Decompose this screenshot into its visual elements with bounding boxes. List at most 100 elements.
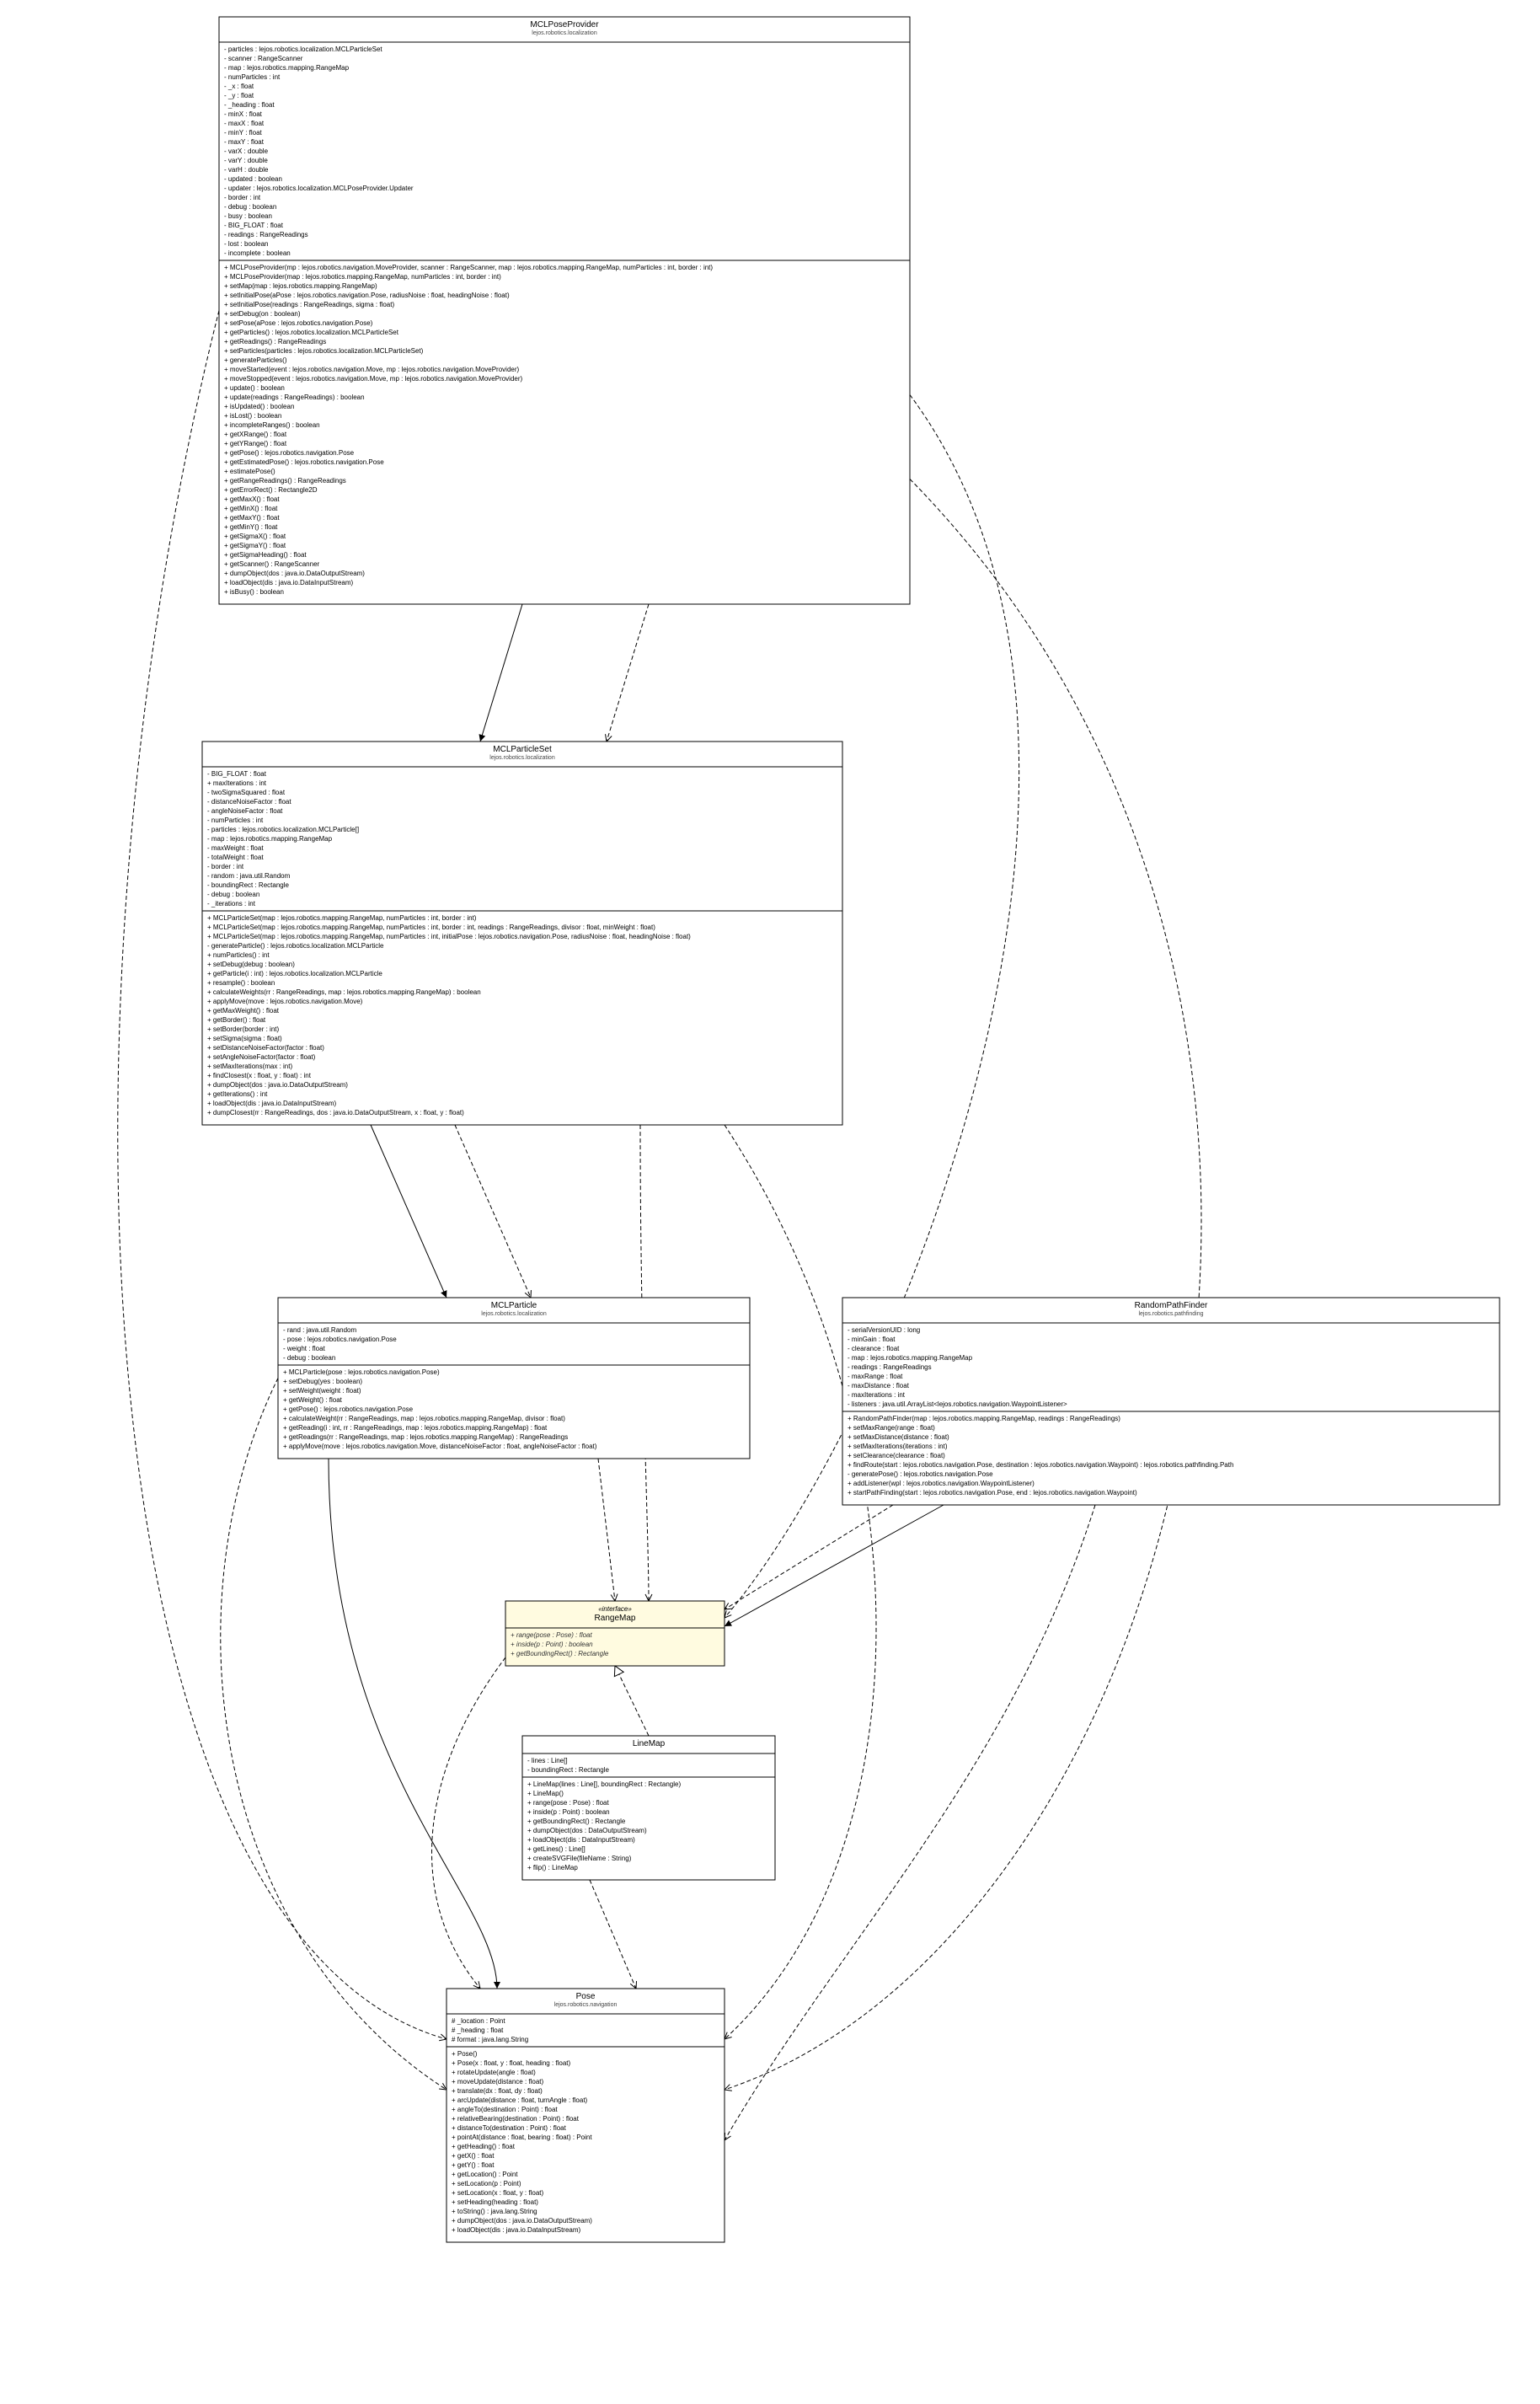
svg-text:+ getErrorRect() : Rectangle2D: + getErrorRect() : Rectangle2D bbox=[224, 486, 318, 494]
svg-text:+ getMaxWeight() : float: + getMaxWeight() : float bbox=[207, 1007, 280, 1015]
svg-text:+ LineMap(): + LineMap() bbox=[527, 1790, 564, 1797]
svg-text:+ getMaxY() : float: + getMaxY() : float bbox=[224, 514, 280, 522]
svg-text:+ getEstimatedPose() : lejos.r: + getEstimatedPose() : lejos.robotics.na… bbox=[224, 458, 384, 466]
class-lmap: LineMap- lines : Line[]- boundingRect : … bbox=[522, 1736, 775, 1880]
svg-text:+ range(pose : Pose) : float: + range(pose : Pose) : float bbox=[527, 1799, 610, 1807]
svg-text:- map : lejos.robotics.mapping: - map : lejos.robotics.mapping.RangeMap bbox=[207, 835, 333, 843]
svg-text:MCLParticleSet: MCLParticleSet bbox=[493, 745, 552, 754]
svg-text:+ getWeight() : float: + getWeight() : float bbox=[283, 1396, 343, 1404]
class-mclset: MCLParticleSetlejos.robotics.localizatio… bbox=[202, 742, 842, 1125]
svg-text:+ relativeBearing(destination: + relativeBearing(destination : Point) :… bbox=[452, 2115, 580, 2123]
svg-text:- maxY : float: - maxY : float bbox=[224, 138, 265, 146]
svg-text:lejos.robotics.localization: lejos.robotics.localization bbox=[532, 30, 597, 36]
svg-text:+ setSigma(sigma : float): + setSigma(sigma : float) bbox=[207, 1035, 282, 1042]
svg-text:+ getScanner() : RangeScanner: + getScanner() : RangeScanner bbox=[224, 560, 320, 568]
svg-text:+ getSigmaX() : float: + getSigmaX() : float bbox=[224, 533, 286, 540]
svg-text:lejos.robotics.localization: lejos.robotics.localization bbox=[489, 755, 555, 761]
svg-text:+ moveStarted(event : lejos.ro: + moveStarted(event : lejos.robotics.nav… bbox=[224, 366, 520, 373]
svg-text:+ setMap(map : lejos.robotics.: + setMap(map : lejos.robotics.mapping.Ra… bbox=[224, 282, 377, 290]
svg-text:+ setDebug(on : boolean): + setDebug(on : boolean) bbox=[224, 310, 301, 318]
svg-text:+ setMaxIterations(iterations: + setMaxIterations(iterations : int) bbox=[848, 1443, 948, 1450]
svg-text:- debug : boolean: - debug : boolean bbox=[224, 203, 276, 211]
svg-text:+ MCLParticle(pose : lejos.rob: + MCLParticle(pose : lejos.robotics.navi… bbox=[283, 1368, 440, 1376]
svg-text:- maxWeight : float: - maxWeight : float bbox=[207, 844, 264, 852]
svg-text:Pose: Pose bbox=[576, 1992, 596, 2001]
svg-text:- readings : RangeReadings: - readings : RangeReadings bbox=[848, 1363, 932, 1371]
svg-text:# format : java.lang.String: # format : java.lang.String bbox=[452, 2036, 528, 2043]
svg-text:- border : int: - border : int bbox=[207, 863, 244, 870]
svg-text:+ MCLParticleSet(map : lejos.r: + MCLParticleSet(map : lejos.robotics.ma… bbox=[207, 914, 477, 922]
svg-text:RandomPathFinder: RandomPathFinder bbox=[1135, 1301, 1208, 1310]
svg-text:+ getPose() : lejos.robotics.n: + getPose() : lejos.robotics.navigation.… bbox=[283, 1405, 414, 1413]
svg-text:+ LineMap(lines : Line[], boun: + LineMap(lines : Line[], boundingRect :… bbox=[527, 1780, 681, 1788]
svg-text:+ generateParticles(): + generateParticles() bbox=[224, 356, 287, 364]
svg-text:- angleNoiseFactor : float: - angleNoiseFactor : float bbox=[207, 807, 283, 815]
svg-text:+ rotateUpdate(angle : float): + rotateUpdate(angle : float) bbox=[452, 2069, 536, 2076]
svg-text:+ toString() : java.lang.Strin: + toString() : java.lang.String bbox=[452, 2208, 537, 2215]
svg-text:+ isLost() : boolean: + isLost() : boolean bbox=[224, 412, 281, 420]
svg-text:+ update() : boolean: + update() : boolean bbox=[224, 384, 285, 392]
svg-text:- twoSigmaSquared : float: - twoSigmaSquared : float bbox=[207, 789, 286, 796]
svg-text:- updated : boolean: - updated : boolean bbox=[224, 175, 282, 183]
svg-text:+ Pose(x : float, y : float, h: + Pose(x : float, y : float, heading : f… bbox=[452, 2059, 571, 2067]
svg-text:lejos.robotics.pathfinding: lejos.robotics.pathfinding bbox=[1138, 1311, 1203, 1317]
svg-text:- maxX : float: - maxX : float bbox=[224, 120, 265, 127]
svg-text:+ estimatePose(): + estimatePose() bbox=[224, 468, 275, 475]
svg-text:+ calculateWeight(rr : RangeRe: + calculateWeight(rr : RangeReadings, ma… bbox=[283, 1415, 565, 1422]
svg-text:+ getYRange() : float: + getYRange() : float bbox=[224, 440, 287, 447]
svg-text:+ getReadings() : RangeReading: + getReadings() : RangeReadings bbox=[224, 338, 326, 345]
svg-text:«interface»: «interface» bbox=[598, 1605, 632, 1613]
svg-text:+ setParticles(particles : lej: + setParticles(particles : lejos.robotic… bbox=[224, 347, 424, 355]
svg-text:- weight : float: - weight : float bbox=[283, 1345, 326, 1352]
svg-text:+ isBusy() : boolean: + isBusy() : boolean bbox=[224, 588, 284, 596]
svg-text:+ getParticle(i : int) : lejos: + getParticle(i : int) : lejos.robotics.… bbox=[207, 970, 382, 977]
svg-text:- totalWeight : float: - totalWeight : float bbox=[207, 854, 264, 861]
svg-text:- _iterations : int: - _iterations : int bbox=[207, 900, 256, 908]
svg-text:+ getMinY() : float: + getMinY() : float bbox=[224, 523, 278, 531]
svg-text:- updater : lejos.robotics.loc: - updater : lejos.robotics.localization.… bbox=[224, 185, 414, 192]
svg-text:- varY : double: - varY : double bbox=[224, 157, 268, 164]
svg-text:+ applyMove(move : lejos.robot: + applyMove(move : lejos.robotics.naviga… bbox=[283, 1443, 597, 1450]
svg-text:+ setLocation(x : float, y : f: + setLocation(x : float, y : float) bbox=[452, 2189, 544, 2197]
svg-text:- busy : boolean: - busy : boolean bbox=[224, 212, 272, 220]
svg-text:+ inside(p : Point) : boolean: + inside(p : Point) : boolean bbox=[511, 1641, 593, 1648]
svg-text:- BIG_FLOAT : float: - BIG_FLOAT : float bbox=[207, 770, 267, 778]
svg-text:- generatePose() : lejos.robot: - generatePose() : lejos.robotics.naviga… bbox=[848, 1470, 993, 1478]
svg-text:+ getLocation() : Point: + getLocation() : Point bbox=[452, 2171, 518, 2178]
svg-text:+ setDebug(debug : boolean): + setDebug(debug : boolean) bbox=[207, 961, 295, 968]
svg-text:- particles : lejos.robotics.l: - particles : lejos.robotics.localizatio… bbox=[224, 46, 382, 53]
svg-text:+ getY() : float: + getY() : float bbox=[452, 2161, 495, 2169]
svg-text:- readings : RangeReadings: - readings : RangeReadings bbox=[224, 231, 308, 238]
svg-text:+ moveStopped(event : lejos.ro: + moveStopped(event : lejos.robotics.nav… bbox=[224, 375, 523, 383]
svg-text:- rand : java.util.Random: - rand : java.util.Random bbox=[283, 1326, 356, 1334]
svg-text:- pose : lejos.robotics.naviga: - pose : lejos.robotics.navigation.Pose bbox=[283, 1336, 397, 1343]
svg-text:+ getReading(i : int, rr : Ran: + getReading(i : int, rr : RangeReadings… bbox=[283, 1424, 548, 1432]
svg-text:- listeners : java.util.ArrayL: - listeners : java.util.ArrayList<lejos.… bbox=[848, 1400, 1067, 1408]
svg-text:+ getBoundingRect() : Rectangl: + getBoundingRect() : Rectangle bbox=[527, 1818, 626, 1825]
class-rmap: «interface»RangeMap+ range(pose : Pose) … bbox=[505, 1601, 725, 1666]
svg-text:- lines : Line[]: - lines : Line[] bbox=[527, 1757, 568, 1764]
svg-text:+ setClearance(clearance : flo: + setClearance(clearance : float) bbox=[848, 1452, 945, 1459]
svg-text:+ isUpdated() : boolean: + isUpdated() : boolean bbox=[224, 403, 294, 410]
svg-text:+ startPathFinding(start : lej: + startPathFinding(start : lejos.robotic… bbox=[848, 1489, 1137, 1496]
svg-text:+ getPose() : lejos.robotics.n: + getPose() : lejos.robotics.navigation.… bbox=[224, 449, 355, 457]
svg-text:+ createSVGFile(fileName : Str: + createSVGFile(fileName : String) bbox=[527, 1855, 632, 1862]
uml-diagram: MCLPoseProviderlejos.robotics.localizati… bbox=[0, 0, 1540, 2404]
svg-text:+ moveUpdate(distance : float): + moveUpdate(distance : float) bbox=[452, 2078, 544, 2085]
svg-text:+ setHeading(heading : float): + setHeading(heading : float) bbox=[452, 2198, 538, 2206]
svg-text:- incomplete : boolean: - incomplete : boolean bbox=[224, 249, 291, 257]
svg-text:+ calculateWeights(rr : RangeR: + calculateWeights(rr : RangeReadings, m… bbox=[207, 988, 481, 996]
svg-text:- maxDistance : float: - maxDistance : float bbox=[848, 1382, 910, 1389]
svg-text:- scanner : RangeScanner: - scanner : RangeScanner bbox=[224, 55, 303, 62]
svg-text:RangeMap: RangeMap bbox=[595, 1614, 636, 1623]
svg-text:+ getBorder() : float: + getBorder() : float bbox=[207, 1016, 266, 1024]
svg-text:+ MCLParticleSet(map : lejos.r: + MCLParticleSet(map : lejos.robotics.ma… bbox=[207, 933, 691, 940]
svg-text:+ getIterations() : int: + getIterations() : int bbox=[207, 1090, 268, 1098]
svg-text:+ MCLPoseProvider(mp : lejos.r: + MCLPoseProvider(mp : lejos.robotics.na… bbox=[224, 264, 713, 271]
svg-text:+ setWeight(weight : float): + setWeight(weight : float) bbox=[283, 1387, 361, 1395]
svg-text:# _heading : float: # _heading : float bbox=[452, 2027, 504, 2034]
svg-text:+ MCLPoseProvider(map : lejos.: + MCLPoseProvider(map : lejos.robotics.m… bbox=[224, 273, 501, 281]
svg-text:+ loadObject(dis : java.io.Dat: + loadObject(dis : java.io.DataInputStre… bbox=[452, 2226, 581, 2234]
svg-text:+ getReadings(rr : RangeReadin: + getReadings(rr : RangeReadings, map : … bbox=[283, 1433, 568, 1441]
svg-text:+ dumpObject(dos : DataOutputS: + dumpObject(dos : DataOutputStream) bbox=[527, 1827, 647, 1834]
